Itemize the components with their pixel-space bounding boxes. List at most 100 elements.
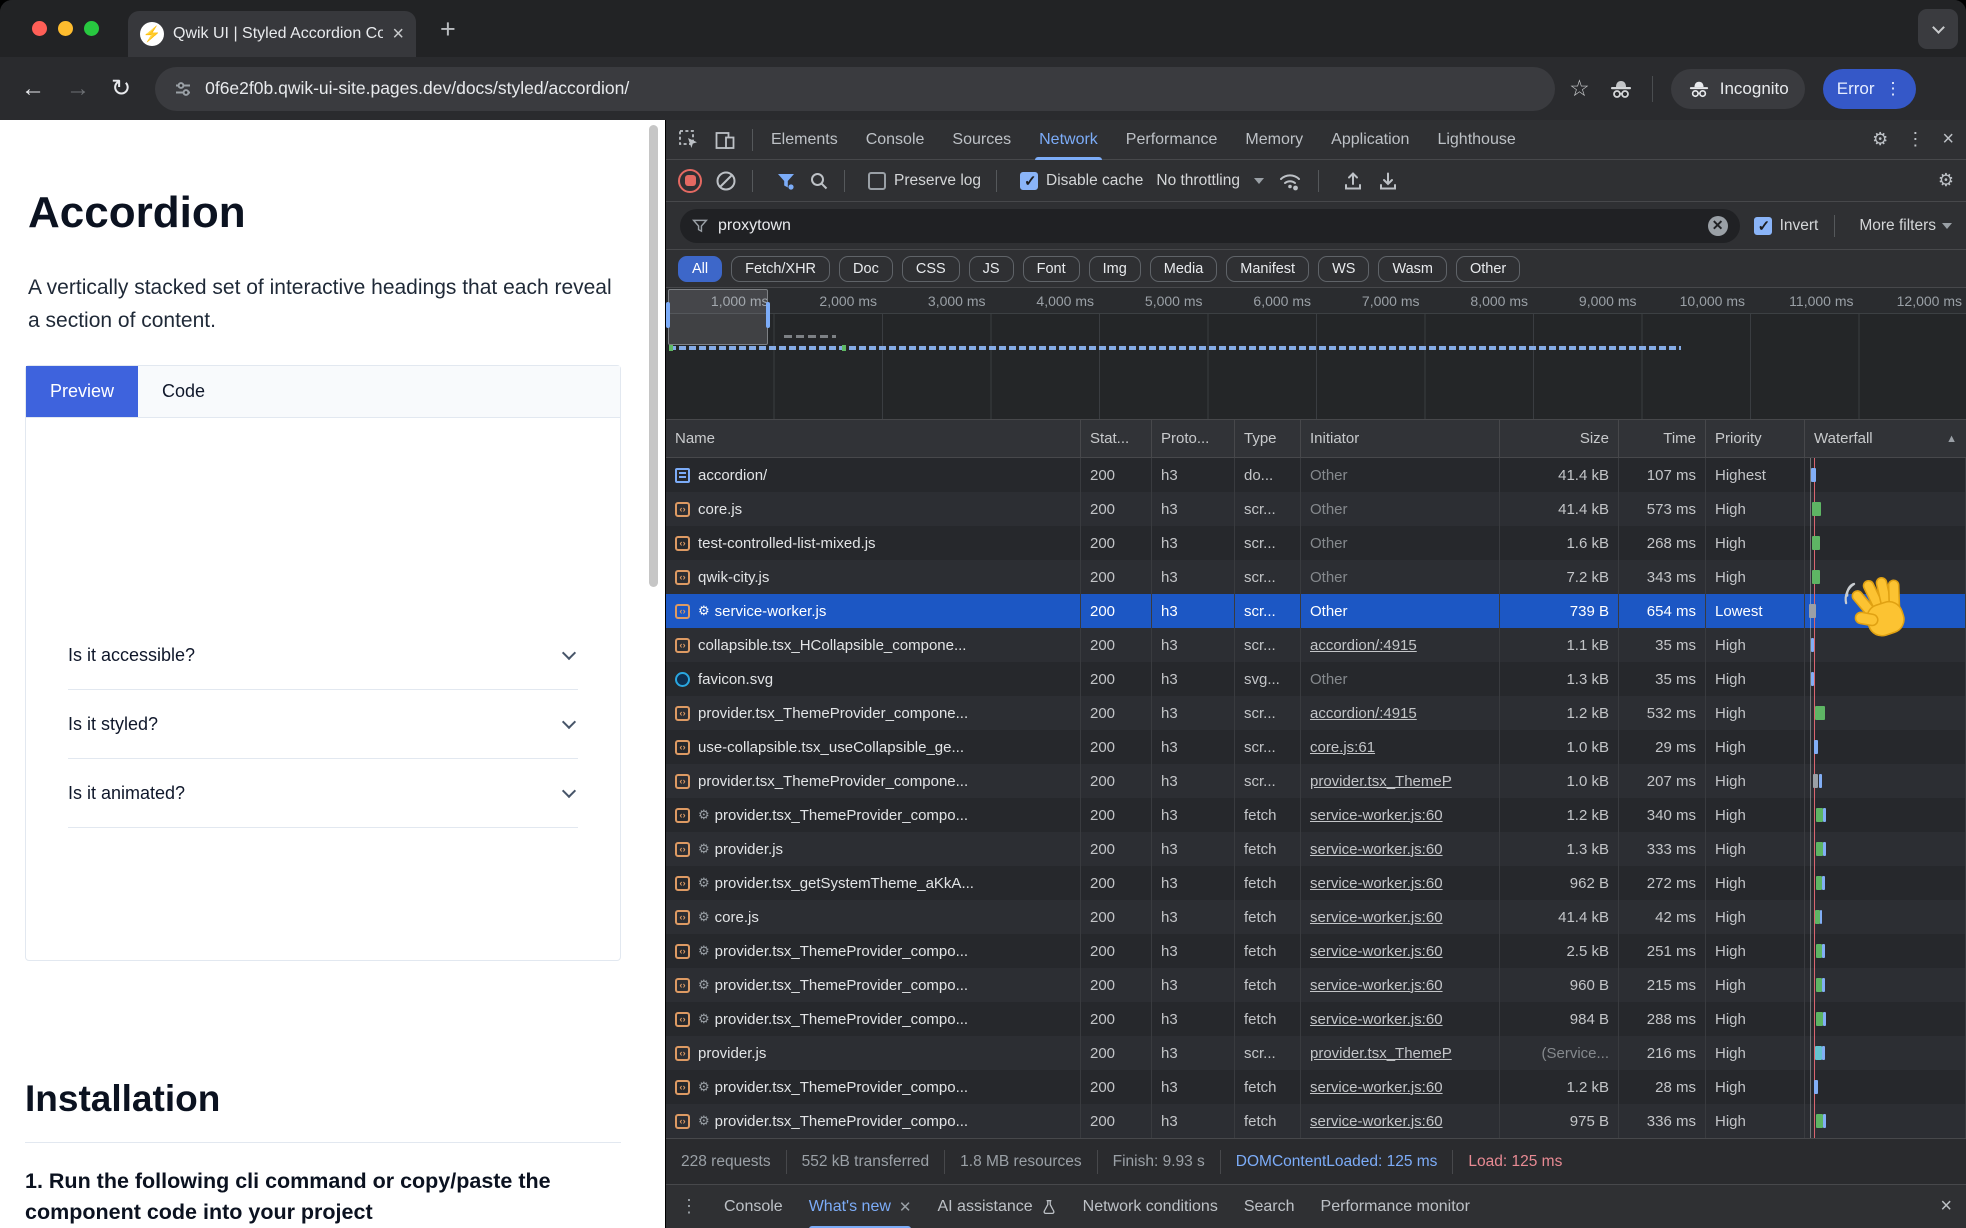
devtools-close-icon[interactable]: × — [1942, 128, 1954, 151]
column-header-stat[interactable]: Stat... — [1081, 420, 1152, 457]
filter-chip-media[interactable]: Media — [1150, 256, 1218, 282]
clear-filter-icon[interactable]: ✕ — [1708, 216, 1728, 236]
drawer-tab-close-icon[interactable]: ✕ — [899, 1198, 912, 1216]
network-request-row[interactable]: collapsible.tsx_HCollapsible_compone...2… — [666, 628, 1966, 662]
devtools-tab-elements[interactable]: Elements — [771, 120, 838, 160]
disable-cache-checkbox[interactable] — [1020, 172, 1038, 190]
devtools-tab-console[interactable]: Console — [866, 120, 925, 160]
drawer-tab-networkconditions[interactable]: Network conditions — [1083, 1185, 1218, 1228]
devtools-tab-memory[interactable]: Memory — [1245, 120, 1303, 160]
throttling-select[interactable]: No throttling — [1156, 172, 1264, 190]
filter-chip-all[interactable]: All — [678, 256, 722, 282]
column-header-type[interactable]: Type — [1235, 420, 1301, 457]
minimize-window-button[interactable] — [58, 21, 73, 36]
network-request-row[interactable]: ⚙provider.tsx_ThemeProvider_compo...200h… — [666, 1104, 1966, 1138]
initiator-link[interactable]: accordion/:4915 — [1310, 637, 1417, 654]
import-har-icon[interactable] — [1342, 170, 1364, 192]
initiator-link[interactable]: service-worker.js:60 — [1310, 943, 1443, 960]
network-request-row[interactable]: ⚙provider.tsx_ThemeProvider_compo...200h… — [666, 1070, 1966, 1104]
settings-gear-icon[interactable]: ⚙ — [1872, 129, 1888, 150]
network-request-row[interactable]: favicon.svg200h3svg...Other1.3 kB35 msHi… — [666, 662, 1966, 696]
drawer-tab-console[interactable]: Console — [724, 1185, 783, 1228]
device-toolbar-button[interactable] — [714, 129, 736, 151]
drawer-tab-whatsnew[interactable]: What's new✕ — [809, 1185, 912, 1228]
devtools-tab-sources[interactable]: Sources — [952, 120, 1011, 160]
drawer-close-icon[interactable]: × — [1940, 1195, 1952, 1218]
filter-chip-doc[interactable]: Doc — [839, 256, 893, 282]
initiator-link[interactable]: service-worker.js:60 — [1310, 1113, 1443, 1130]
initiator-link[interactable]: provider.tsx_ThemeP — [1310, 773, 1452, 790]
network-settings-gear-icon[interactable]: ⚙ — [1938, 170, 1954, 191]
accordion-item[interactable]: Is it animated? — [68, 759, 578, 828]
incognito-badge[interactable]: Incognito — [1671, 69, 1805, 109]
accordion-item[interactable]: Is it styled? — [68, 690, 578, 759]
initiator-link[interactable]: accordion/:4915 — [1310, 705, 1417, 722]
selection-right-handle[interactable] — [766, 302, 770, 328]
selection-left-handle[interactable] — [666, 302, 670, 328]
network-conditions-icon[interactable] — [1277, 170, 1303, 192]
initiator-link[interactable]: service-worker.js:60 — [1310, 1011, 1443, 1028]
drawer-menu-icon[interactable]: ⋮ — [680, 1196, 698, 1217]
column-header-time[interactable]: Time — [1619, 420, 1706, 457]
record-network-log-button[interactable] — [678, 169, 702, 193]
initiator-link[interactable]: service-worker.js:60 — [1310, 1079, 1443, 1096]
more-options-icon[interactable]: ⋮ — [1885, 79, 1902, 99]
network-request-row[interactable]: provider.js200h3scr...provider.tsx_Theme… — [666, 1036, 1966, 1070]
new-tab-button[interactable]: + — [440, 14, 456, 45]
column-header-size[interactable]: Size — [1500, 420, 1619, 457]
column-header-initiator[interactable]: Initiator — [1301, 420, 1500, 457]
more-filters-button[interactable]: More filters — [1859, 217, 1952, 235]
filter-chip-wasm[interactable]: Wasm — [1378, 256, 1447, 282]
address-bar[interactable]: 0f6e2f0b.qwik-ui-site.pages.dev/docs/sty… — [155, 67, 1555, 111]
drawer-tab-search[interactable]: Search — [1244, 1185, 1295, 1228]
devtools-tab-network[interactable]: Network — [1039, 120, 1098, 160]
network-request-row[interactable]: test-controlled-list-mixed.js200h3scr...… — [666, 526, 1966, 560]
back-button[interactable]: ← — [21, 75, 45, 103]
clear-network-log-icon[interactable] — [715, 170, 737, 192]
filter-funnel-icon[interactable] — [776, 171, 796, 191]
network-request-row[interactable]: ⚙provider.js200h3fetchservice-worker.js:… — [666, 832, 1966, 866]
network-request-row[interactable]: ⚙provider.tsx_ThemeProvider_compo...200h… — [666, 934, 1966, 968]
error-extension-button[interactable]: Error ⋮ — [1823, 69, 1916, 109]
devtools-menu-icon[interactable]: ⋮ — [1906, 129, 1924, 150]
bookmark-star-icon[interactable]: ☆ — [1569, 75, 1590, 102]
initiator-link[interactable]: service-worker.js:60 — [1310, 841, 1443, 858]
network-request-row[interactable]: ⚙service-worker.js200h3scr...Other739 B6… — [666, 594, 1966, 628]
timeline-selection[interactable] — [668, 289, 768, 345]
search-icon[interactable] — [809, 171, 829, 191]
initiator-link[interactable]: service-worker.js:60 — [1310, 977, 1443, 994]
page-scrollbar-thumb[interactable] — [649, 125, 658, 587]
filter-chip-img[interactable]: Img — [1089, 256, 1141, 282]
filter-chip-other[interactable]: Other — [1456, 256, 1520, 282]
reload-button[interactable]: ↻ — [111, 74, 131, 103]
filter-chip-fetchxhr[interactable]: Fetch/XHR — [731, 256, 830, 282]
filter-chip-css[interactable]: CSS — [902, 256, 960, 282]
filter-chip-js[interactable]: JS — [969, 256, 1014, 282]
invert-checkbox[interactable] — [1754, 217, 1772, 235]
network-request-row[interactable]: core.js200h3scr...Other41.4 kB573 msHigh — [666, 492, 1966, 526]
network-request-row[interactable]: accordion/200h3do...Other41.4 kB107 msHi… — [666, 458, 1966, 492]
initiator-link[interactable]: service-worker.js:60 — [1310, 909, 1443, 926]
network-request-row[interactable]: qwik-city.js200h3scr...Other7.2 kB343 ms… — [666, 560, 1966, 594]
disable-cache-toggle[interactable]: Disable cache — [1020, 172, 1143, 190]
network-request-row[interactable]: ⚙provider.tsx_ThemeProvider_compo...200h… — [666, 1002, 1966, 1036]
inspect-element-button[interactable] — [678, 129, 700, 151]
export-har-icon[interactable] — [1377, 170, 1399, 192]
filter-chip-manifest[interactable]: Manifest — [1226, 256, 1309, 282]
tab-code[interactable]: Code — [138, 366, 229, 417]
tab-preview[interactable]: Preview — [26, 366, 138, 417]
preserve-log-checkbox[interactable] — [868, 172, 886, 190]
devtools-tab-lighthouse[interactable]: Lighthouse — [1437, 120, 1515, 160]
devtools-tab-application[interactable]: Application — [1331, 120, 1409, 160]
initiator-link[interactable]: core.js:61 — [1310, 739, 1375, 756]
network-overview-timeline[interactable]: 1,000 ms2,000 ms3,000 ms4,000 ms5,000 ms… — [666, 288, 1966, 420]
initiator-link[interactable]: provider.tsx_ThemeP — [1310, 1045, 1452, 1062]
accordion-item[interactable]: Is it accessible? — [68, 621, 578, 690]
drawer-tab-aiassistance[interactable]: AI assistance — [937, 1185, 1056, 1228]
initiator-link[interactable]: service-worker.js:60 — [1310, 875, 1443, 892]
devtools-tab-performance[interactable]: Performance — [1126, 120, 1218, 160]
zoom-window-button[interactable] — [84, 21, 99, 36]
column-header-waterfall[interactable]: Waterfall▲ — [1805, 420, 1966, 457]
forward-button[interactable]: → — [66, 75, 90, 103]
initiator-link[interactable]: service-worker.js:60 — [1310, 807, 1443, 824]
